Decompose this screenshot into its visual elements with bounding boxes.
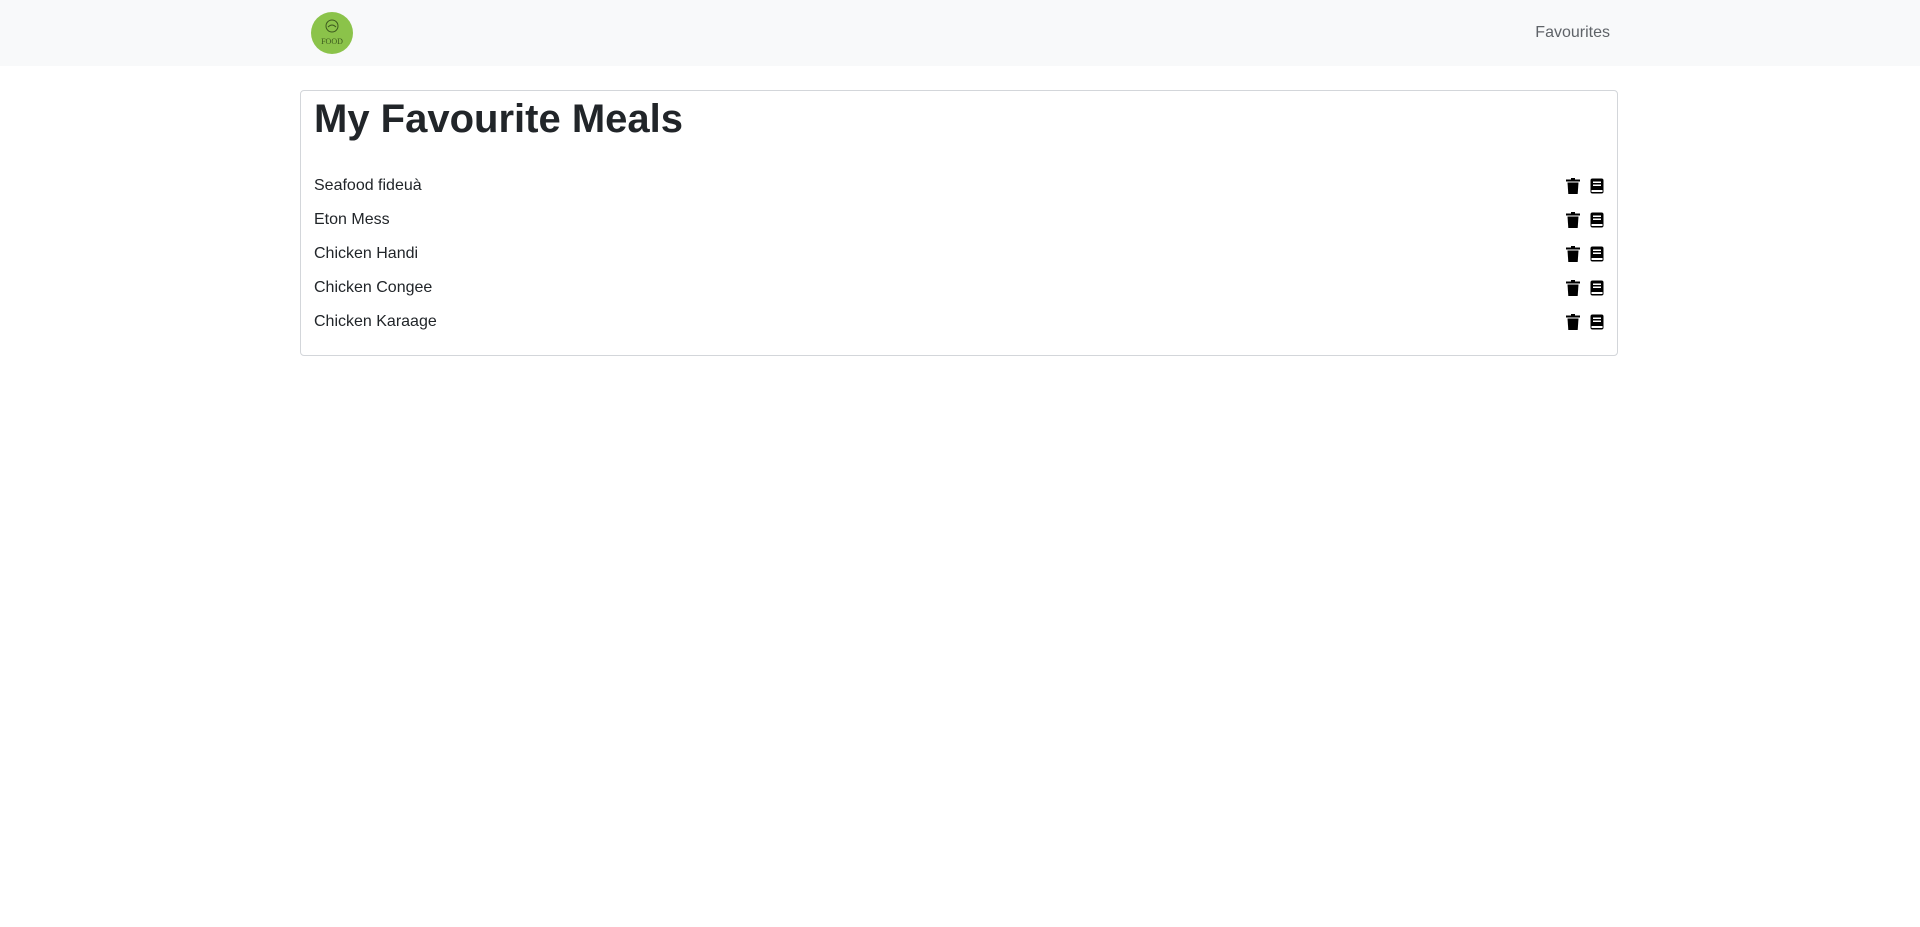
logo[interactable]: FOOD	[311, 12, 353, 54]
meal-name[interactable]: Seafood fideuà	[314, 176, 422, 196]
favourites-card: My Favourite Meals Seafood fideuà Eton M…	[300, 90, 1618, 356]
trash-icon[interactable]	[1564, 210, 1582, 230]
trash-icon[interactable]	[1564, 176, 1582, 196]
list-item: Eton Mess	[314, 203, 1606, 237]
book-icon[interactable]	[1588, 244, 1606, 264]
chef-hat-icon: FOOD	[321, 19, 343, 46]
page-title: My Favourite Meals	[314, 97, 684, 141]
trash-icon[interactable]	[1564, 278, 1582, 298]
navbar: FOOD Favourites	[0, 0, 1920, 66]
meal-name[interactable]: Chicken Karaage	[314, 312, 437, 332]
book-icon[interactable]	[1588, 210, 1606, 230]
meal-actions	[1564, 176, 1606, 196]
meal-actions	[1564, 312, 1606, 332]
list-item: Chicken Handi	[314, 237, 1606, 271]
meal-list: Seafood fideuà Eton Mess Chicken Handi C…	[314, 169, 1606, 339]
book-icon[interactable]	[1588, 278, 1606, 298]
logo-text: FOOD	[321, 37, 343, 46]
meal-actions	[1564, 210, 1606, 230]
nav-favourites-link[interactable]: Favourites	[1520, 23, 1610, 43]
list-item: Seafood fideuà	[314, 169, 1606, 203]
meal-name[interactable]: Eton Mess	[314, 210, 390, 230]
meal-name[interactable]: Chicken Congee	[314, 278, 432, 298]
meal-actions	[1564, 244, 1606, 264]
book-icon[interactable]	[1588, 176, 1606, 196]
trash-icon[interactable]	[1564, 244, 1582, 264]
meal-actions	[1564, 278, 1606, 298]
trash-icon[interactable]	[1564, 312, 1582, 332]
list-item: Chicken Karaage	[314, 305, 1606, 339]
meal-name[interactable]: Chicken Handi	[314, 244, 418, 264]
book-icon[interactable]	[1588, 312, 1606, 332]
list-item: Chicken Congee	[314, 271, 1606, 305]
